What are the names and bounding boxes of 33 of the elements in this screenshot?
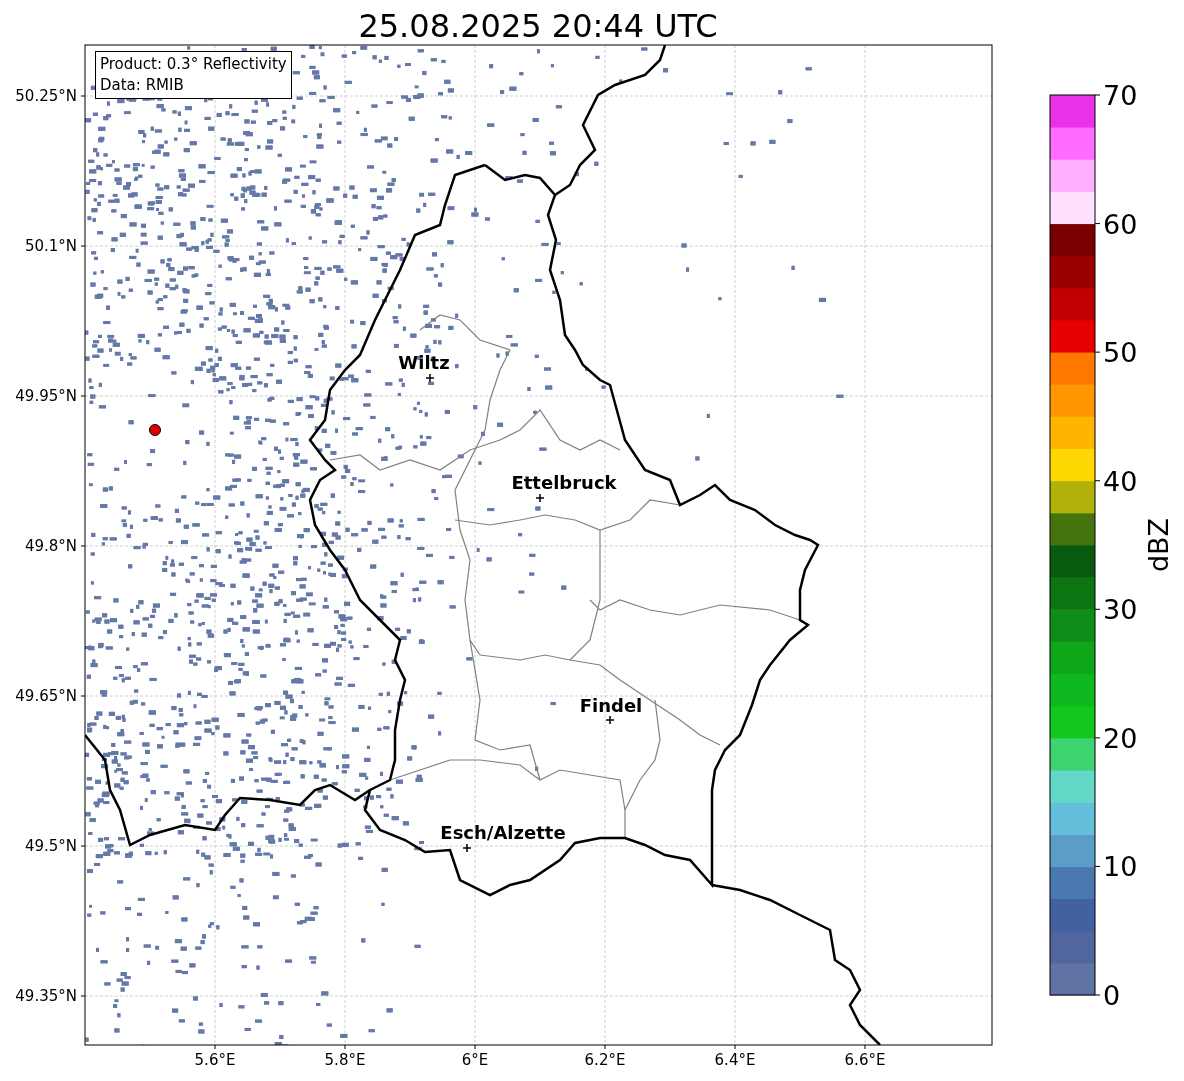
city-label: Wiltz — [398, 352, 450, 373]
city-label: Esch/Alzette — [440, 822, 566, 843]
city-marker-icon — [605, 715, 615, 725]
chart-title: 25.08.2025 20:44 UTC — [358, 7, 718, 45]
longitude-label: 5.8°E — [324, 1051, 366, 1069]
latitude-label: 49.5°N — [24, 837, 77, 855]
city-marker-icon — [535, 493, 545, 503]
longitude-label: 6.6°E — [844, 1051, 886, 1069]
colorbar-tick-label: 30 — [1103, 594, 1138, 626]
colorbar-tick-label: 70 — [1103, 80, 1138, 111]
city-label: Findel — [579, 695, 643, 716]
longitude-label: 5.6°E — [194, 1051, 236, 1069]
colorbar-tick-label: 20 — [1103, 722, 1138, 754]
colorbar-tick-label: 60 — [1103, 208, 1138, 240]
latitude-label: 49.35°N — [15, 987, 77, 1005]
latitude-label: 49.8°N — [24, 537, 77, 555]
longitude-label: 6°E — [461, 1051, 489, 1069]
latitude-label: 49.95°N — [15, 387, 77, 405]
city-marker-icon — [462, 843, 472, 853]
latitude-label: 50.25°N — [15, 87, 77, 105]
colorbar-tick-label: 0 — [1103, 980, 1121, 1011]
city-marker-icon — [425, 373, 435, 383]
colorbar-tick-label: 50 — [1103, 337, 1138, 369]
info-text: Product: 0.3° Reflectivity Data: RMIB — [100, 54, 287, 96]
colorbar-title: dBZ — [1143, 517, 1174, 573]
longitude-label: 6.4°E — [714, 1051, 756, 1069]
colorbar-tick-label: 10 — [1103, 851, 1138, 883]
city-label: Ettelbruck — [511, 472, 617, 493]
radar-site-marker — [149, 424, 161, 436]
longitude-label: 6.2°E — [584, 1051, 626, 1069]
latitude-label: 50.1°N — [24, 237, 77, 255]
latitude-label: 49.65°N — [15, 687, 77, 705]
colorbar-tick-label: 40 — [1103, 465, 1138, 497]
